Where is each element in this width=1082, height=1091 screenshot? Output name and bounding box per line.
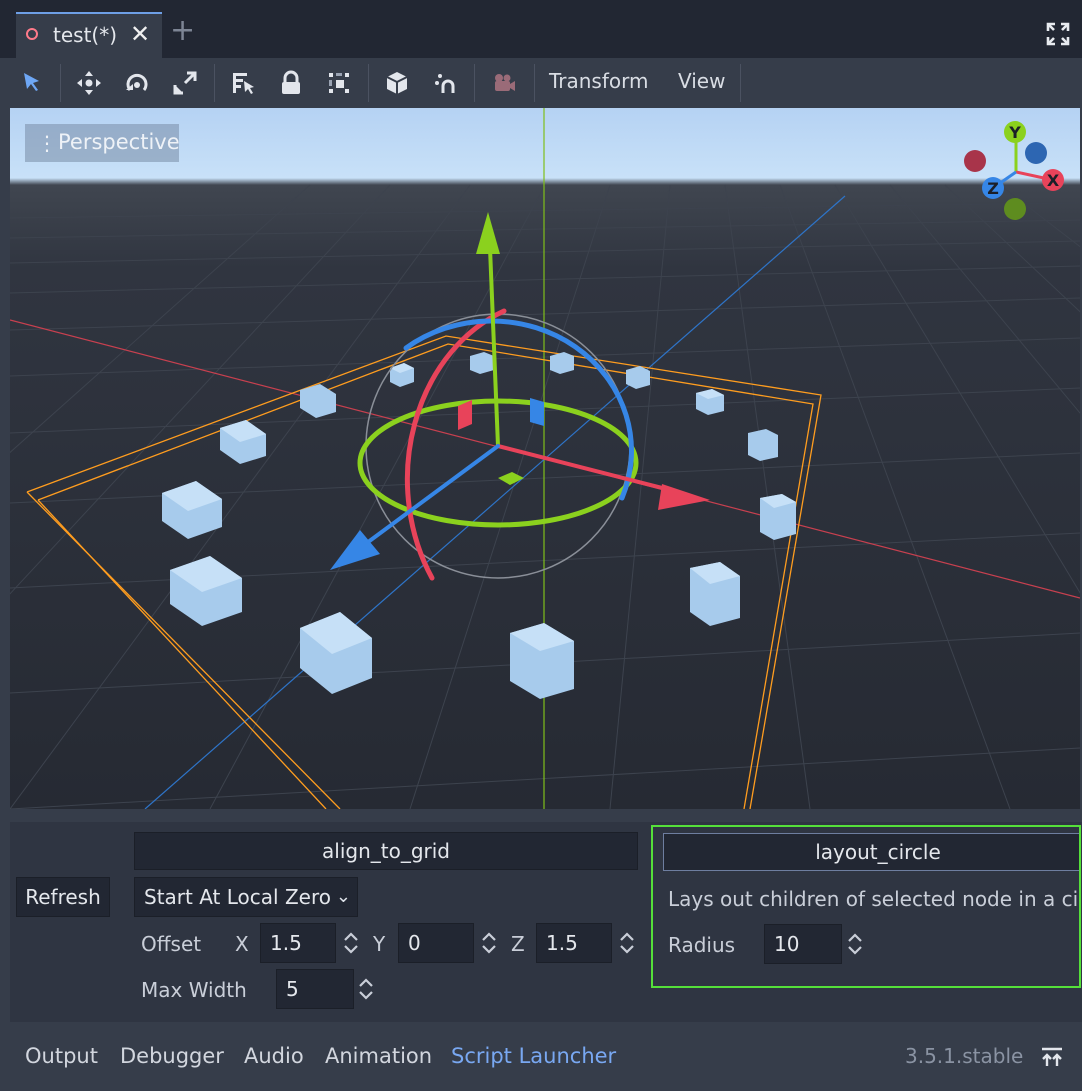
tab-debugger[interactable]: Debugger	[120, 1044, 224, 1068]
offset-y-input[interactable]: 0	[398, 923, 474, 963]
local-space-icon[interactable]	[382, 68, 412, 98]
close-icon[interactable]: ✕	[130, 20, 150, 48]
max-width-label: Max Width	[141, 978, 247, 1002]
tab-audio[interactable]: Audio	[244, 1044, 304, 1068]
offset-z-input[interactable]: 1.5	[536, 923, 612, 963]
spinner-arrows-icon[interactable]	[480, 930, 498, 956]
lock-icon[interactable]	[276, 68, 306, 98]
version-label: 3.5.1.stable	[905, 1044, 1024, 1068]
move-icon[interactable]	[74, 68, 104, 98]
scene-canvas	[10, 108, 1080, 809]
menu-dots-icon: ⋮	[37, 131, 57, 155]
camera-icon[interactable]	[488, 68, 518, 98]
expand-panel-icon[interactable]	[1040, 1046, 1064, 1070]
bottom-panel-tabs: Output Debugger Audio Animation Script L…	[10, 1030, 1082, 1091]
max-width-input[interactable]: 5	[276, 969, 354, 1009]
neg-x-handle	[964, 150, 986, 172]
offset-x-input[interactable]: 1.5	[260, 923, 336, 963]
start-mode-value: Start At Local Zero	[144, 885, 331, 909]
x-axis-label: X	[1047, 171, 1060, 190]
fullscreen-icon[interactable]	[1046, 22, 1070, 46]
toolbar-separator	[214, 64, 215, 102]
chevron-down-icon: ⌄	[335, 886, 351, 907]
toolbar-separator	[60, 64, 61, 102]
spinner-arrows-icon[interactable]	[618, 930, 636, 956]
group-icon[interactable]	[324, 68, 354, 98]
z-arrow-icon	[330, 530, 380, 570]
radius-input[interactable]: 10	[764, 924, 842, 964]
transform-menu[interactable]: Transform	[549, 69, 648, 93]
snap-icon[interactable]	[430, 68, 460, 98]
rotate-icon[interactable]	[122, 68, 152, 98]
y-move-axis	[488, 246, 500, 448]
y-axis-label: Y	[1008, 123, 1021, 142]
spinner-arrows-icon[interactable]	[342, 930, 360, 956]
toolbar-separator	[368, 64, 369, 102]
unsaved-scene-icon	[26, 28, 38, 40]
scale-icon[interactable]	[170, 68, 200, 98]
layout-circle-description: Lays out children of selected node in a …	[668, 887, 1081, 911]
list-select-icon[interactable]	[228, 68, 258, 98]
toolbar-separator	[740, 64, 741, 102]
layout-circle-section: layout_circle Lays out children of selec…	[651, 825, 1081, 988]
tab-output[interactable]: Output	[25, 1044, 98, 1068]
offset-x-label: X	[235, 932, 249, 956]
perspective-label: Perspective	[58, 130, 180, 154]
toolbar-separator	[534, 64, 535, 102]
z-axis-label: Z	[987, 179, 999, 198]
scene-tab-label: test(*)	[53, 23, 118, 47]
perspective-menu[interactable]: ⋮ Perspective	[25, 124, 180, 162]
refresh-button[interactable]: Refresh	[16, 877, 110, 917]
radius-label: Radius	[668, 933, 736, 957]
offset-y-label: Y	[373, 932, 386, 956]
toolbar-separator	[474, 64, 475, 102]
spatial-toolbar: Transform View	[0, 58, 1082, 108]
plus-icon[interactable]: +	[170, 16, 195, 46]
neg-y-handle	[1004, 198, 1026, 220]
spinner-arrows-icon[interactable]	[357, 976, 375, 1002]
view-menu[interactable]: View	[678, 69, 725, 93]
layout-circle-button[interactable]: layout_circle	[663, 833, 1079, 871]
start-mode-dropdown[interactable]: Start At Local Zero ⌄	[134, 877, 358, 917]
offset-label: Offset	[141, 932, 202, 956]
scene-tab-bar: test(*) ✕ +	[0, 0, 1082, 58]
neg-z-handle	[1025, 142, 1047, 164]
select-icon[interactable]	[18, 68, 48, 98]
y-arrow-icon	[476, 212, 500, 254]
tab-animation[interactable]: Animation	[325, 1044, 432, 1068]
transform-gizmo	[330, 212, 710, 581]
view-axis-gizmo[interactable]: Y X Z	[960, 118, 1070, 228]
spinner-arrows-icon[interactable]	[846, 931, 864, 957]
3d-viewport[interactable]: ⋮ Perspective Y X Z	[10, 108, 1080, 809]
offset-z-label: Z	[511, 932, 525, 956]
align-to-grid-button[interactable]: align_to_grid	[134, 832, 638, 870]
scene-tab[interactable]: test(*) ✕	[16, 12, 162, 58]
script-launcher-panel: Refresh align_to_grid Start At Local Zer…	[10, 822, 1082, 1022]
x-arrow-icon	[658, 484, 710, 510]
tab-script-launcher[interactable]: Script Launcher	[451, 1044, 616, 1068]
